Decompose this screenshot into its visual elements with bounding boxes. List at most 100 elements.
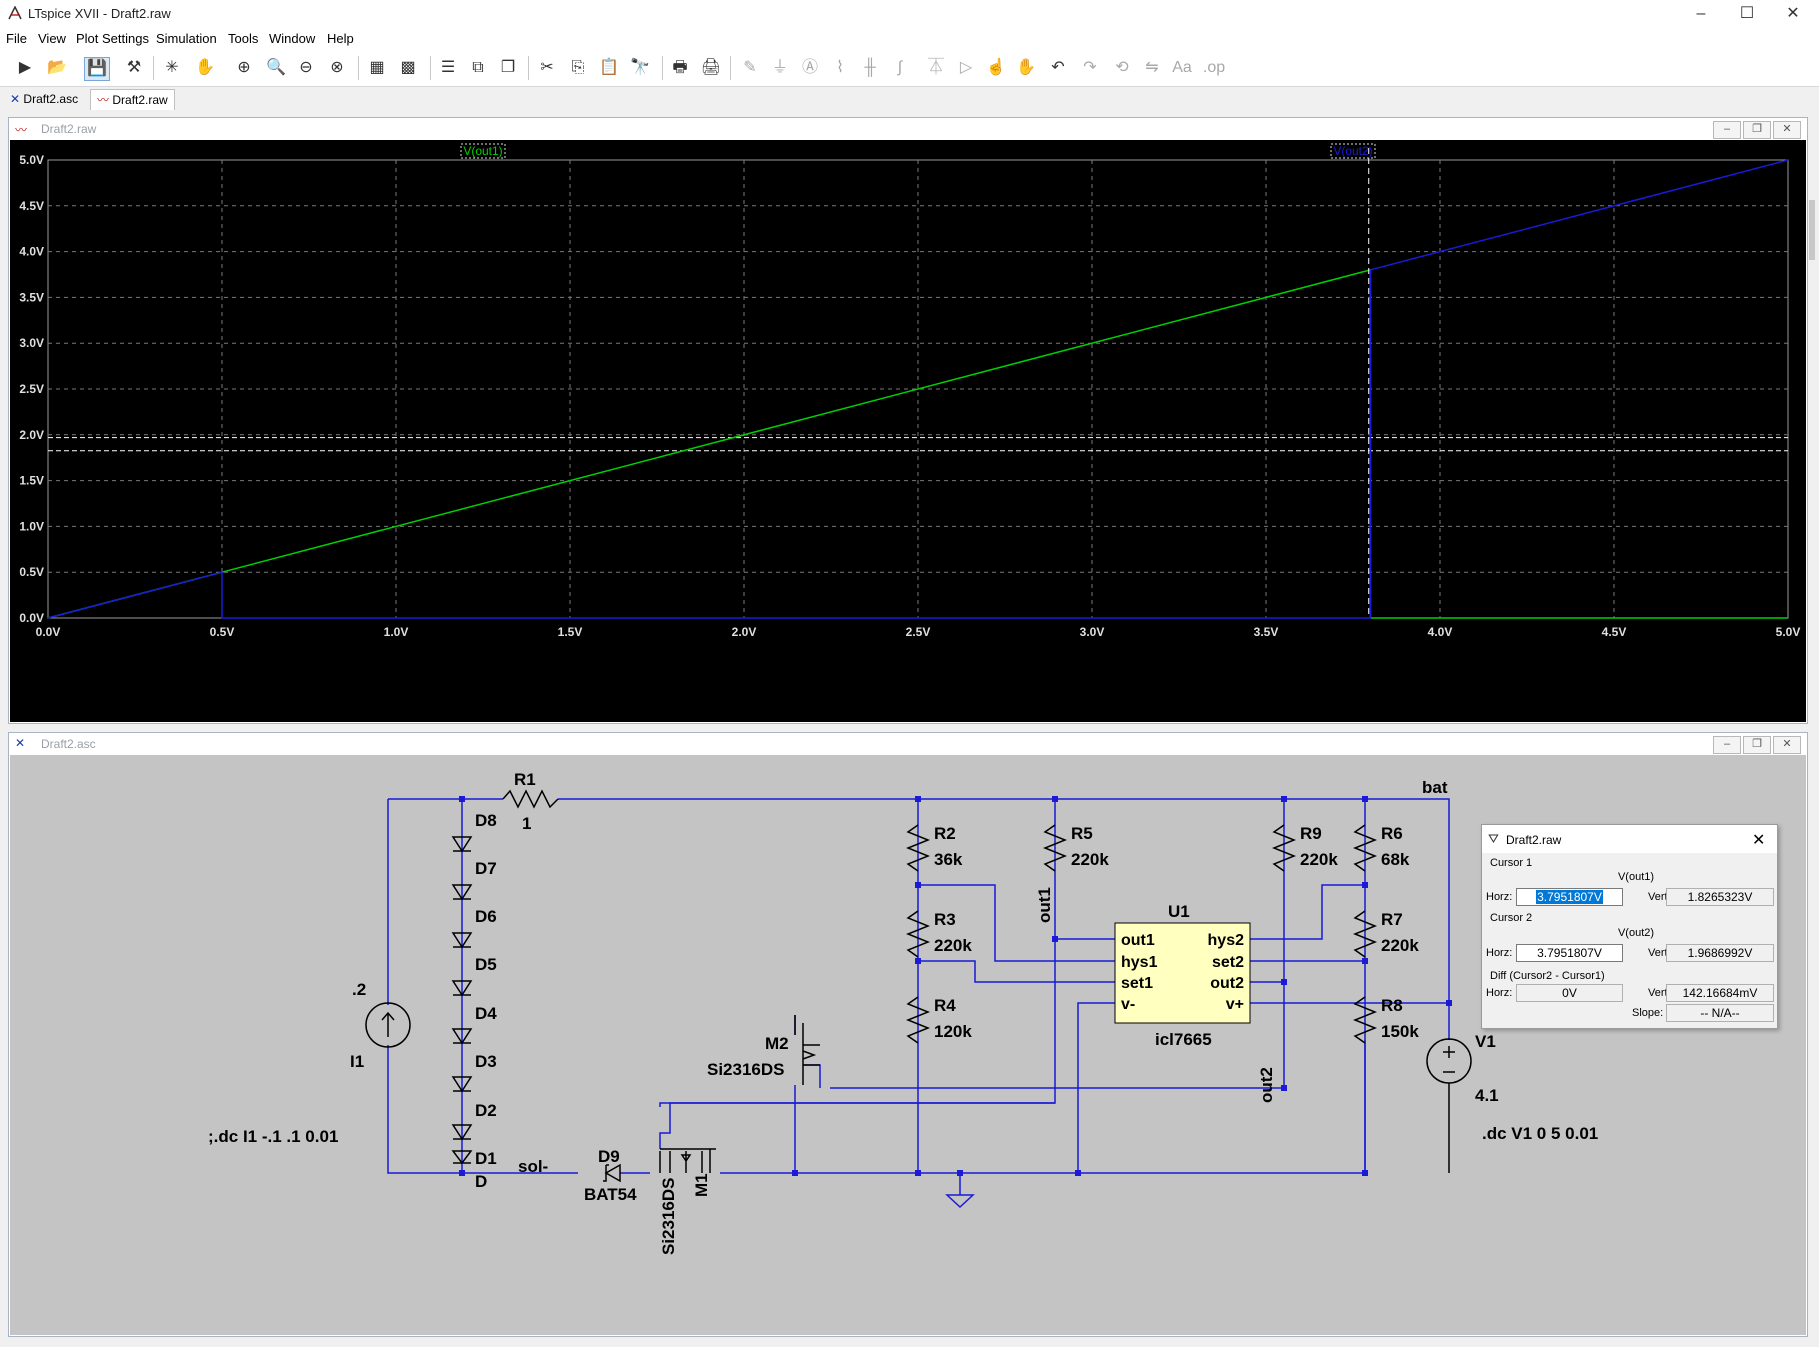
waveform-window-title: Draft2.raw [41, 122, 97, 136]
net-label-out1[interactable]: out1 [1035, 887, 1054, 923]
menu-simulation[interactable]: Simulation [156, 31, 217, 46]
r3-name[interactable]: R3 [934, 910, 956, 929]
zoom-out-icon[interactable]: ⊖ [294, 57, 318, 79]
cursor1-vert-field[interactable]: 1.8265323V [1666, 888, 1774, 906]
r7-value: 220k [1381, 936, 1419, 955]
plot-pane[interactable]: 0.0V 0.5V 1.0V 1.5V 2.0V 2.5V 3.0V 3.5V 4.0V 4.5V… [10, 140, 1806, 722]
r7-name[interactable]: R7 [1381, 910, 1403, 929]
r6-name[interactable]: R6 [1381, 824, 1403, 843]
zoom-in-icon[interactable]: ⊕ [232, 57, 256, 79]
cascade-icon[interactable]: ❐ [496, 57, 520, 79]
menu-file[interactable]: File [6, 31, 27, 46]
waveform-plot[interactable]: 0.0V 0.5V 1.0V 1.5V 2.0V 2.5V 3.0V 3.5V 4.0V 4.5V… [10, 140, 1806, 722]
maximize-button[interactable]: ☐ [1724, 0, 1770, 28]
toolbar-separator [662, 56, 663, 80]
schematic-window-titlebar: ✕ Draft2.asc – ❐ ✕ [9, 733, 1807, 755]
delete-pane-icon[interactable]: ▩ [396, 57, 420, 79]
r2-name[interactable]: R2 [934, 824, 956, 843]
slope-field[interactable]: -- N/A-- [1666, 1004, 1774, 1022]
tab-draft2-asc[interactable]: ✕ Draft2.asc [4, 89, 85, 109]
ground-icon[interactable]: ⏚ [768, 57, 792, 79]
y-tick-label: 4.5V [19, 199, 44, 213]
tile-vertical-icon[interactable]: ⧉ [466, 57, 490, 79]
drag-icon[interactable]: ✋ [1014, 57, 1038, 79]
save-icon[interactable]: 💾 [84, 57, 110, 81]
mosfet-m2[interactable]: M2 Si2316DS [707, 1015, 820, 1085]
minimize-button[interactable]: – [1678, 0, 1724, 28]
mosfet-m1[interactable]: Si2316DS M1 [659, 1148, 716, 1255]
spice-directive-commented[interactable]: ;.dc I1 -.1 .1 0.01 [208, 1127, 338, 1146]
paste-icon[interactable]: 📋 [597, 57, 621, 79]
diode-icon[interactable]: ⏄ [924, 57, 948, 79]
undo-icon[interactable]: ↶ [1046, 57, 1070, 79]
tile-horizontal-icon[interactable]: ☰ [436, 57, 460, 79]
menu-view[interactable]: View [38, 31, 66, 46]
r9-name[interactable]: R9 [1300, 824, 1322, 843]
diff-horz-field[interactable]: 0V [1516, 984, 1623, 1002]
cut-icon[interactable]: ✂ [535, 57, 559, 79]
control-panel-icon[interactable]: ⚒ [122, 57, 146, 79]
restore-button[interactable]: ❐ [1743, 121, 1771, 139]
autorange-icon[interactable]: ✳ [160, 57, 184, 79]
menu-help[interactable]: Help [327, 31, 354, 46]
run-icon[interactable]: ▶ [13, 57, 37, 79]
net-label-out2[interactable]: out2 [1257, 1067, 1276, 1103]
menu-plot-settings[interactable]: Plot Settings [76, 31, 149, 46]
resistor-icon[interactable]: ⌇ [828, 57, 852, 79]
print-preview-icon[interactable]: 🖨 [699, 57, 723, 79]
close-button[interactable]: ✕ [1770, 0, 1816, 28]
capacitor-icon[interactable]: ╫ [858, 57, 882, 79]
r4-name[interactable]: R4 [934, 996, 956, 1015]
cursor1-horz-field[interactable]: 3.7951807V [1516, 888, 1623, 906]
inductor-icon[interactable]: ∫ [888, 57, 912, 79]
diff-vert-field[interactable]: 142.16684mV [1666, 984, 1774, 1002]
text-icon[interactable]: Aa [1170, 57, 1194, 79]
spice-directive[interactable]: .dc V1 0 5 0.01 [1482, 1124, 1598, 1143]
wire-icon[interactable]: ✎ [738, 57, 762, 79]
cursor2-vert-field[interactable]: 1.9686992V [1666, 944, 1774, 962]
close-button[interactable]: ✕ [1752, 830, 1765, 850]
resistor-r1[interactable]: R1 1 [502, 770, 559, 833]
diode-d9[interactable]: D9 BAT54 [584, 1147, 637, 1204]
cursor2-horz-field[interactable]: 3.7951807V [1516, 944, 1623, 962]
net-label-sol[interactable]: sol- [518, 1157, 548, 1176]
find-icon[interactable]: 🔭 [628, 57, 652, 79]
diode-stack[interactable]: D8 D7 D6 D5 D4 D3 D2 D1 D [451, 811, 497, 1191]
menu-tools[interactable]: Tools [228, 31, 258, 46]
zoom-full-icon[interactable]: ⊗ [325, 57, 349, 79]
open-icon[interactable]: 📂 [45, 57, 69, 79]
ic-u1[interactable]: U1 icl7665 out1 hys1 set1 v- hys2 set2 o… [1114, 902, 1251, 1049]
u1-model: icl7665 [1155, 1030, 1212, 1049]
rotate-icon[interactable]: ⟲ [1110, 57, 1134, 79]
copy-icon[interactable]: ⎘ [566, 57, 590, 79]
voltage-source-v1[interactable]: V1 4.1 [1426, 1032, 1499, 1173]
current-source-i1[interactable]: .2 I1 [350, 980, 411, 1071]
r9-value: 220k [1300, 850, 1338, 869]
move-icon[interactable]: ☝ [984, 57, 1008, 79]
close-button[interactable]: ✕ [1773, 121, 1801, 139]
x-tick-label: 3.0V [1080, 625, 1105, 639]
menu-window[interactable]: Window [269, 31, 315, 46]
pan-icon[interactable]: ✋ [193, 57, 217, 79]
net-label-bat[interactable]: bat [1422, 778, 1448, 797]
minimize-button[interactable]: – [1713, 121, 1741, 139]
r8-name[interactable]: R8 [1381, 996, 1403, 1015]
add-plot-pane-icon[interactable]: ▦ [365, 57, 389, 79]
spice-directive-icon[interactable]: .op [1202, 57, 1226, 79]
print-icon[interactable]: 🖶 [668, 57, 692, 79]
mirror-icon[interactable]: ⇋ [1140, 57, 1164, 79]
redo-icon[interactable]: ↷ [1078, 57, 1102, 79]
restore-button[interactable]: ❐ [1743, 736, 1771, 754]
minimize-button[interactable]: – [1713, 736, 1741, 754]
toolbar-separator [153, 56, 154, 80]
r5-name[interactable]: R5 [1071, 824, 1093, 843]
close-button[interactable]: ✕ [1773, 736, 1801, 754]
ground-symbol[interactable] [945, 1194, 975, 1209]
scrollbar-thumb[interactable] [1809, 200, 1815, 260]
label-icon[interactable]: Ⓐ [798, 57, 822, 79]
title-bar: LTspice XVII - Draft2.raw – ☐ ✕ [0, 0, 1819, 28]
tab-draft2-raw[interactable]: 〰 Draft2.raw [90, 89, 175, 110]
component-icon[interactable]: ▷ [954, 57, 978, 79]
zoom-area-icon[interactable]: 🔍 [264, 57, 288, 79]
ltspice-app-icon [8, 6, 22, 20]
